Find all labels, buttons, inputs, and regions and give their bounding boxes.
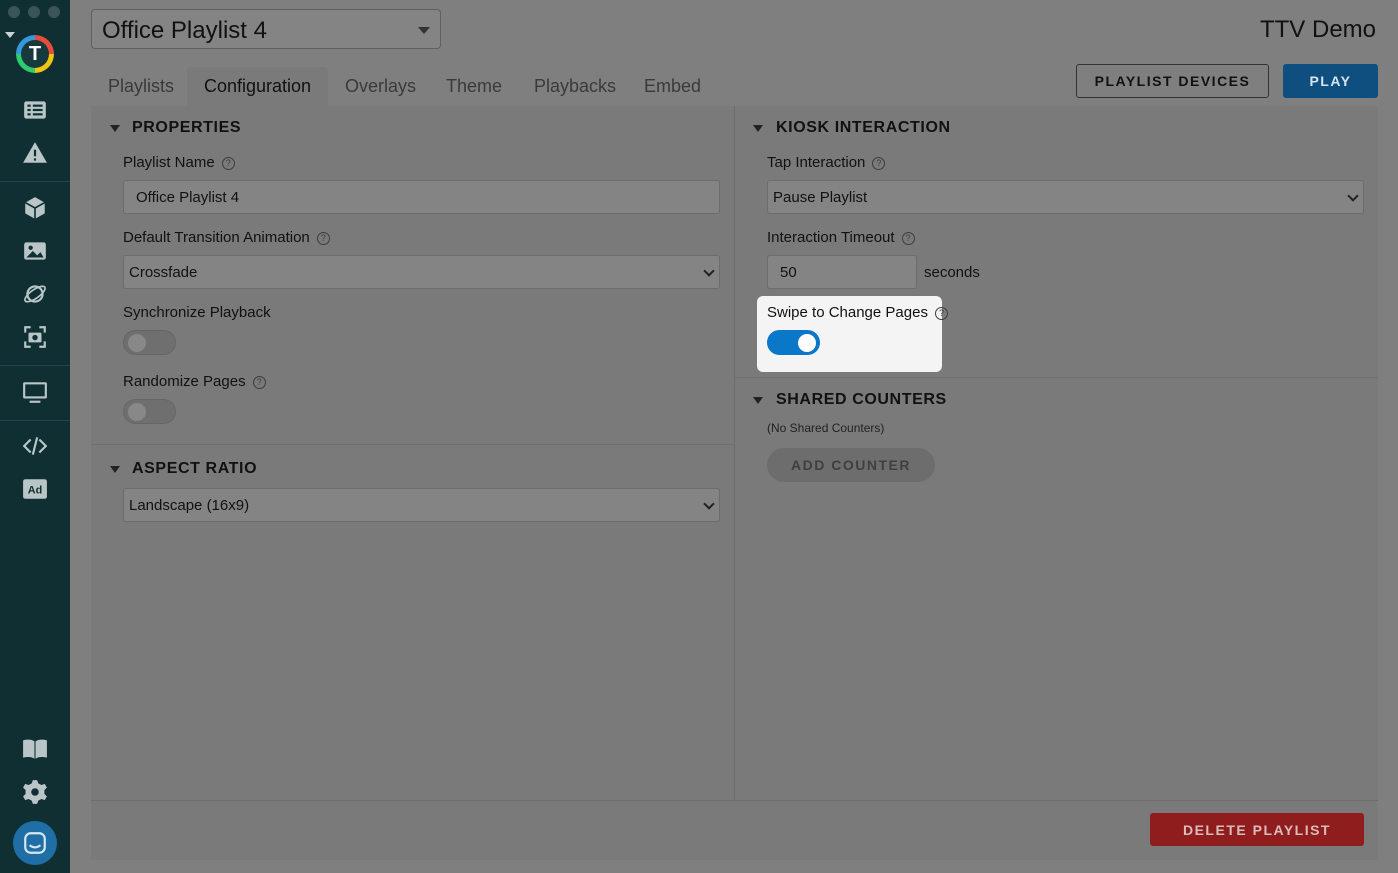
window-close-dot[interactable] xyxy=(8,6,20,18)
tab-theme[interactable]: Theme xyxy=(429,67,519,106)
help-icon[interactable]: ? xyxy=(872,157,886,170)
column-divider xyxy=(734,106,735,800)
randomize-pages-label: Randomize Pages? xyxy=(123,373,266,390)
window-zoom-dot[interactable] xyxy=(48,6,60,18)
no-counters-text: (No Shared Counters) xyxy=(767,421,885,435)
chevron-down-icon xyxy=(703,498,715,510)
interaction-timeout-input[interactable]: 50 xyxy=(767,255,917,289)
toggle-knob xyxy=(128,334,146,352)
tap-interaction-select-value: Pause Playlist xyxy=(773,189,868,206)
sidebar-divider xyxy=(0,365,70,366)
randomize-label-text: Randomize Pages xyxy=(123,373,246,390)
book-icon[interactable] xyxy=(20,734,50,764)
org-menu-caret-icon[interactable] xyxy=(5,32,15,38)
ad-icon[interactable]: Ad xyxy=(20,474,50,504)
playlist-name-label: Playlist Name? xyxy=(123,154,235,171)
code-icon[interactable] xyxy=(20,431,50,461)
playlist-devices-button[interactable]: PLAYLIST DEVICES xyxy=(1076,64,1269,98)
transition-label-text: Default Transition Animation xyxy=(123,229,310,246)
collapse-triangle-icon[interactable] xyxy=(110,125,120,132)
help-icon[interactable]: ? xyxy=(316,232,330,245)
section-divider xyxy=(91,444,734,445)
tab-playlists[interactable]: Playlists xyxy=(91,67,191,106)
svg-text:Ad: Ad xyxy=(28,484,42,496)
properties-section-title[interactable]: PROPERTIES xyxy=(132,119,241,137)
play-button[interactable]: PLAY xyxy=(1283,64,1378,98)
tab-overlays[interactable]: Overlays xyxy=(328,67,433,106)
sidebar-divider xyxy=(0,420,70,421)
organization-name: TTV Demo xyxy=(1259,16,1376,43)
aspect-ratio-select-value: Landscape (16x9) xyxy=(129,497,250,514)
aspect-ratio-select[interactable]: Landscape (16x9) xyxy=(123,488,720,522)
window-minimize-dot[interactable] xyxy=(28,6,40,18)
transition-select[interactable]: Crossfade xyxy=(123,255,720,289)
add-counter-button[interactable]: ADD COUNTER xyxy=(767,448,935,482)
logo-letter: T xyxy=(21,40,49,68)
camera-icon[interactable] xyxy=(20,322,50,352)
tap-interaction-select[interactable]: Pause Playlist xyxy=(767,180,1364,214)
transition-label: Default Transition Animation? xyxy=(123,229,330,246)
playlist-name-label-text: Playlist Name xyxy=(123,154,215,171)
swipe-pages-label: Swipe to Change Pages? xyxy=(767,304,948,321)
help-icon[interactable]: ? xyxy=(221,157,235,170)
swipe-pages-label-text: Swipe to Change Pages xyxy=(767,304,928,321)
swipe-pages-toggle[interactable] xyxy=(767,330,820,355)
tab-embed[interactable]: Embed xyxy=(627,67,718,106)
cube-icon[interactable] xyxy=(20,193,50,223)
monitor-icon[interactable] xyxy=(20,377,50,407)
alert-icon[interactable] xyxy=(20,138,50,168)
playlist-dropdown-value: Office Playlist 4 xyxy=(102,17,267,44)
delete-playlist-button[interactable]: DELETE PLAYLIST xyxy=(1150,813,1364,846)
timeout-unit: seconds xyxy=(924,264,980,281)
interaction-timeout-label: Interaction Timeout? xyxy=(767,229,915,246)
playlist-dropdown[interactable]: Office Playlist 4 xyxy=(91,9,441,49)
help-icon[interactable]: ? xyxy=(934,307,948,320)
shared-counters-section-title[interactable]: SHARED COUNTERS xyxy=(776,391,947,409)
sync-playback-toggle[interactable] xyxy=(123,330,176,355)
chat-icon[interactable] xyxy=(13,821,57,865)
sidebar-divider xyxy=(0,181,70,182)
toggle-knob xyxy=(128,403,146,421)
interaction-timeout-label-text: Interaction Timeout xyxy=(767,229,895,246)
tab-playbacks[interactable]: Playbacks xyxy=(517,67,633,106)
aspect-ratio-section-title[interactable]: ASPECT RATIO xyxy=(132,460,257,478)
footer-divider xyxy=(91,800,1378,801)
randomize-pages-toggle[interactable] xyxy=(123,399,176,424)
app-sidebar: T Ad xyxy=(0,0,70,873)
tab-configuration[interactable]: Configuration xyxy=(187,67,329,106)
sync-playback-label: Synchronize Playback xyxy=(123,304,271,321)
chevron-down-icon xyxy=(703,265,715,277)
kiosk-section-title[interactable]: KIOSK INTERACTION xyxy=(776,119,951,137)
playlist-name-input[interactable]: Office Playlist 4 xyxy=(123,180,720,214)
gear-icon[interactable] xyxy=(20,777,50,807)
transition-select-value: Crossfade xyxy=(129,264,198,281)
collapse-triangle-icon[interactable] xyxy=(753,397,763,404)
toggle-knob xyxy=(798,334,816,352)
image-icon[interactable] xyxy=(20,236,50,266)
tap-interaction-label-text: Tap Interaction xyxy=(767,154,866,171)
collapse-triangle-icon[interactable] xyxy=(753,125,763,132)
satellite-icon[interactable] xyxy=(20,279,50,309)
collapse-triangle-icon[interactable] xyxy=(110,466,120,473)
chevron-down-icon xyxy=(1347,190,1359,202)
list-icon[interactable] xyxy=(20,95,50,125)
app-logo[interactable]: T xyxy=(16,35,54,73)
section-divider xyxy=(735,377,1378,378)
help-icon[interactable]: ? xyxy=(901,232,915,245)
chevron-down-icon xyxy=(418,27,430,34)
help-icon[interactable]: ? xyxy=(252,376,266,389)
tap-interaction-label: Tap Interaction? xyxy=(767,154,886,171)
